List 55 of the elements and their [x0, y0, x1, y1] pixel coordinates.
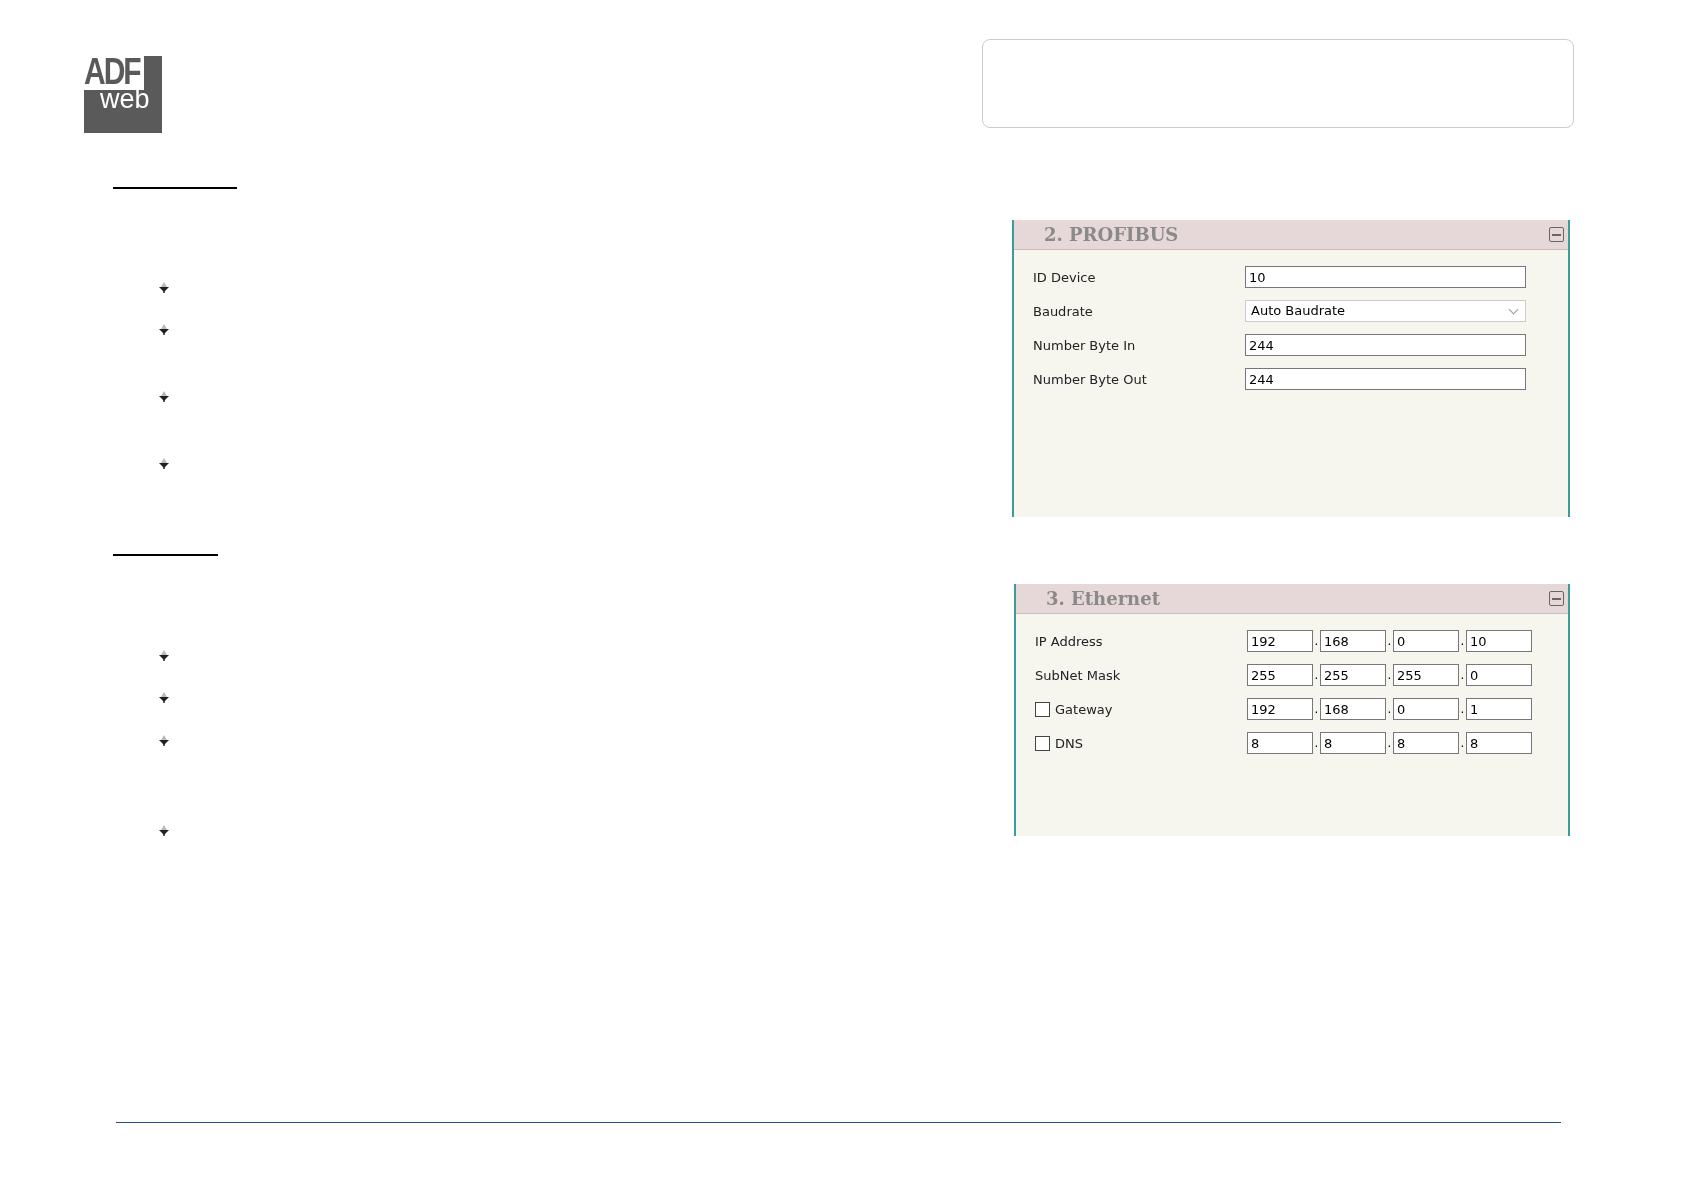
separator-dot: . [1459, 634, 1466, 648]
input-field[interactable]: 255 [1247, 664, 1313, 686]
separator-dot: . [1459, 668, 1466, 682]
input-field[interactable]: 1 [1466, 698, 1532, 720]
field-label: SubNet Mask [1035, 667, 1121, 683]
separator-dot: . [1313, 634, 1320, 648]
panel-title: 2. PROFIBUS [1044, 224, 1179, 245]
panel-title: 3. Ethernet [1046, 588, 1160, 609]
field-label: Number Byte In [1033, 337, 1136, 353]
field-label: Number Byte Out [1033, 371, 1147, 387]
input-field[interactable]: 192 [1247, 698, 1313, 720]
bullet-icon [158, 281, 170, 293]
bullet-icon [158, 824, 170, 836]
input-field[interactable]: 244 [1245, 334, 1526, 356]
field-label: Baudrate [1033, 303, 1093, 319]
separator-dot: . [1386, 736, 1393, 750]
separator-dot: . [1386, 634, 1393, 648]
bullet-icon [158, 323, 170, 335]
field-label: ID Device [1033, 269, 1096, 285]
input-field[interactable]: 192 [1247, 630, 1313, 652]
input-field[interactable]: 8 [1393, 732, 1459, 754]
separator-dot: . [1313, 668, 1320, 682]
separator-dot: . [1459, 736, 1466, 750]
separator-dot: . [1313, 702, 1320, 716]
input-field[interactable]: 8 [1247, 732, 1313, 754]
input-field[interactable]: 8 [1320, 732, 1386, 754]
checkbox[interactable] [1035, 735, 1050, 751]
dropdown[interactable]: Auto Baudrate [1245, 300, 1526, 322]
field-label: Gateway [1055, 701, 1113, 717]
input-field[interactable]: 10 [1245, 266, 1526, 288]
checkbox[interactable] [1035, 701, 1050, 717]
bullet-icon [158, 390, 170, 402]
input-field[interactable]: 0 [1393, 630, 1459, 652]
input-field[interactable]: 244 [1245, 368, 1526, 390]
separator-dot: . [1386, 668, 1393, 682]
input-field[interactable]: 168 [1320, 698, 1386, 720]
input-field[interactable]: 0 [1393, 698, 1459, 720]
logo: ADF web [84, 56, 162, 133]
bullet-icon [158, 649, 170, 661]
collapse-icon[interactable] [1549, 591, 1564, 606]
input-field[interactable]: 255 [1320, 664, 1386, 686]
separator-dot: . [1459, 702, 1466, 716]
field-label: IP Address [1035, 633, 1103, 649]
collapse-icon[interactable] [1549, 227, 1564, 242]
input-field[interactable]: 255 [1393, 664, 1459, 686]
bullet-icon [158, 457, 170, 469]
input-field[interactable]: 168 [1320, 630, 1386, 652]
bullet-icon [158, 691, 170, 703]
separator-dot: . [1313, 736, 1320, 750]
input-field[interactable]: 8 [1466, 732, 1532, 754]
input-field[interactable]: 10 [1466, 630, 1532, 652]
bullet-icon [158, 734, 170, 746]
input-field[interactable]: 0 [1466, 664, 1532, 686]
separator-dot: . [1386, 702, 1393, 716]
field-label: DNS [1055, 735, 1083, 751]
